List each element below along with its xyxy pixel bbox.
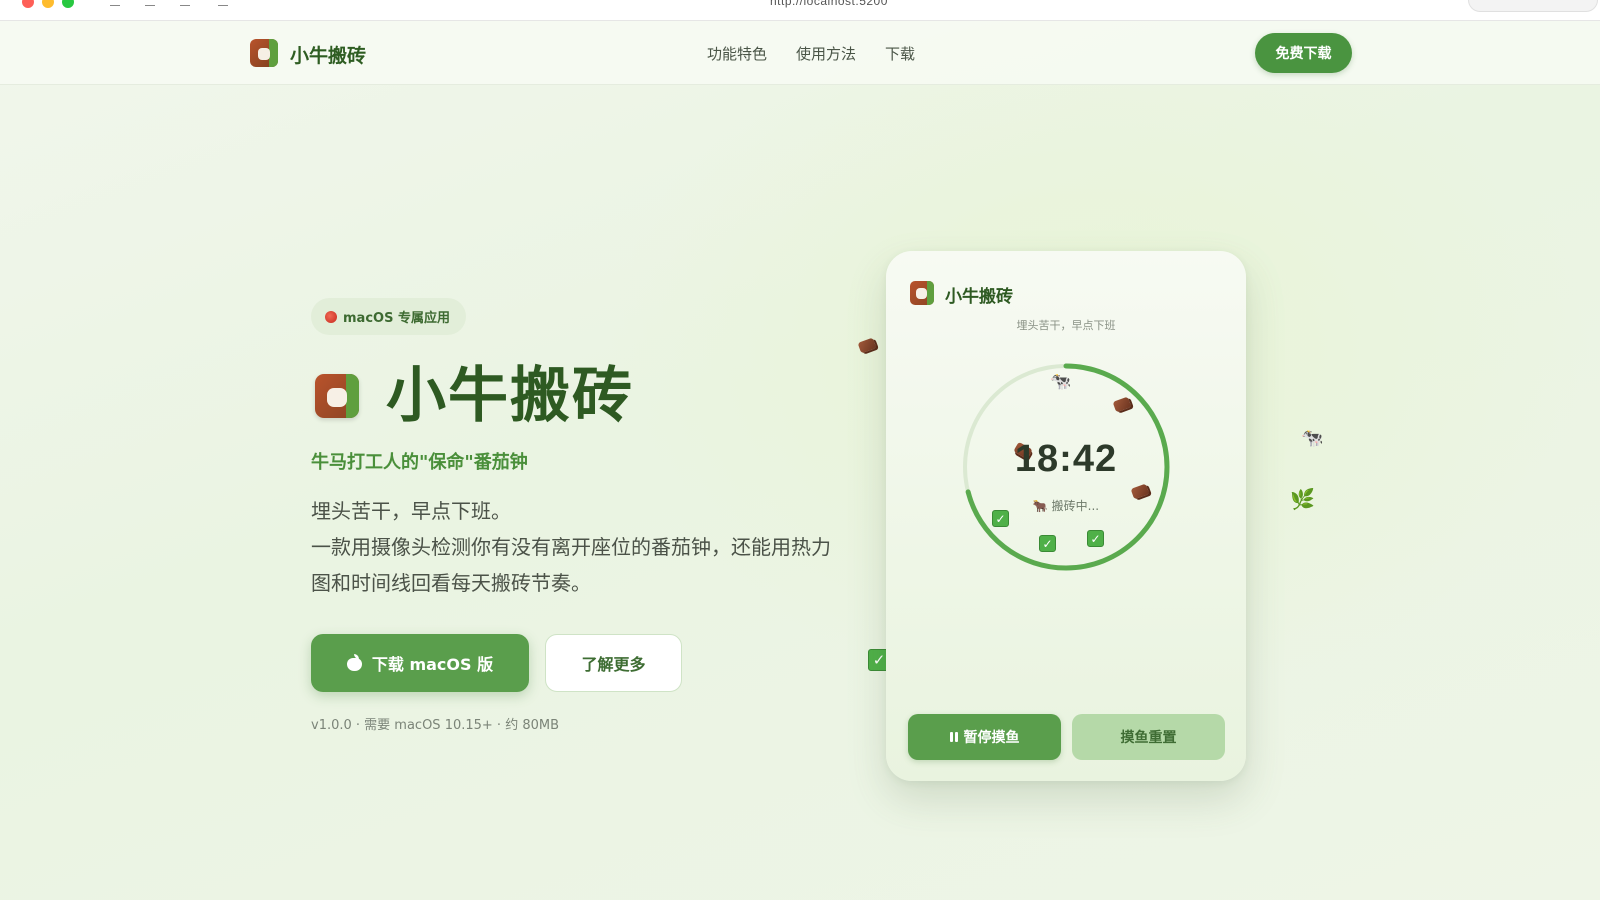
learn-more-button[interactable]: 了解更多	[545, 634, 682, 692]
checkmark-icon: ✓	[1039, 535, 1056, 552]
hero-tagline: 牛马打工人的"保命"番茄钟	[311, 452, 528, 473]
apple-fruit-icon	[325, 310, 337, 323]
timer-status: 🐂 搬砖中...	[1032, 499, 1100, 513]
close-window-icon[interactable]	[22, 0, 34, 8]
nav-link-download[interactable]: 下载	[885, 43, 915, 64]
maximize-window-icon[interactable]	[62, 0, 74, 8]
back-icon[interactable]	[145, 0, 155, 6]
reload-icon[interactable]	[218, 0, 228, 6]
pause-button[interactable]: 暂停摸鱼	[908, 714, 1061, 760]
forward-icon[interactable]	[180, 0, 190, 6]
reset-button[interactable]: 摸鱼重置	[1072, 714, 1225, 760]
browser-chrome: http://localhost:5200	[0, 0, 1600, 21]
hero-description-line-1: 埋头苦干，早点下班。	[311, 499, 511, 523]
app-preview-card: 小牛搬砖 埋头苦干，早点下班 🐄 ✓ ✓ ✓ 18:42 🐂 搬砖中... 暂停…	[886, 251, 1246, 781]
brick-icon	[857, 337, 877, 354]
download-macos-button[interactable]: 下载 macOS 版	[311, 634, 529, 692]
hero-description-line-2: 一款用摄像头检测你有没有离开座位的番茄钟，还能用热力图和时间线回看每天搬砖节奏。	[311, 535, 831, 595]
nav-link-features[interactable]: 功能特色	[707, 43, 767, 64]
platform-badge-label: macOS 专属应用	[343, 311, 450, 326]
hero-title: 小牛搬砖	[386, 361, 634, 431]
cow-icon: 🐄	[1050, 372, 1072, 392]
nav-link-usage[interactable]: 使用方法	[796, 43, 856, 64]
browser-profile-pill[interactable]	[1468, 0, 1598, 12]
card-title: 小牛搬砖	[945, 287, 1013, 307]
platform-badge: macOS 专属应用	[311, 298, 466, 335]
hero-description: 埋头苦干，早点下班。 一款用摄像头检测你有没有离开座位的番茄钟，还能用热力图和时…	[311, 493, 831, 601]
apple-logo-icon	[346, 654, 362, 671]
hero-app-icon	[315, 374, 359, 418]
version-info: v1.0.0 · 需要 macOS 10.15+ · 约 80MB	[311, 718, 560, 733]
minimize-window-icon[interactable]	[42, 0, 54, 8]
top-nav: 小牛搬砖 功能特色 使用方法 下载 免费下载	[0, 21, 1600, 85]
brand-logo-icon[interactable]	[250, 39, 278, 67]
card-subtitle: 埋头苦干，早点下班	[1016, 319, 1116, 332]
herb-icon: 🌿	[1290, 487, 1315, 511]
free-download-button[interactable]: 免费下载	[1255, 33, 1352, 73]
download-macos-label: 下载 macOS 版	[371, 655, 494, 674]
checkmark-icon: ✓	[1087, 530, 1104, 547]
pause-label: 暂停摸鱼	[963, 730, 1020, 746]
address-bar[interactable]: http://localhost:5200	[770, 0, 888, 8]
pause-icon	[949, 732, 958, 742]
sidebar-toggle-icon[interactable]	[110, 0, 120, 6]
brand-name[interactable]: 小牛搬砖	[290, 41, 366, 68]
timer-display: 18:42	[1014, 438, 1118, 480]
card-app-icon	[910, 281, 934, 305]
cow-icon: 🐄	[1301, 428, 1324, 449]
